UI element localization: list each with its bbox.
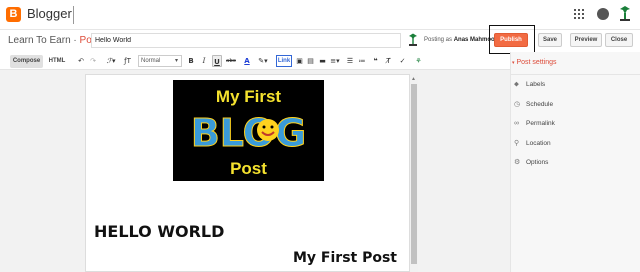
sidebar-item-labels[interactable]: ⬥ Labels: [514, 79, 545, 91]
spellcheck-icon[interactable]: ✓: [398, 55, 407, 67]
app-bar: [0, 0, 640, 30]
post-settings-label: Post settings: [516, 59, 557, 66]
smiley-icon: [257, 119, 279, 141]
bold-button[interactable]: B: [187, 55, 195, 67]
link-button[interactable]: Link: [276, 55, 292, 67]
blog-name[interactable]: Learn To Earn: [8, 35, 71, 46]
compose-mode-tab[interactable]: Compose: [10, 55, 43, 68]
notifications-icon[interactable]: [597, 8, 609, 20]
post-heading-1[interactable]: HELLO WORLD: [94, 222, 224, 241]
bulleted-list-icon[interactable]: ≔: [357, 55, 367, 67]
link-icon: ∞: [514, 120, 519, 127]
font-family-icon[interactable]: ℱ▾: [104, 55, 118, 67]
paragraph-style-value: Normal: [141, 58, 161, 64]
html-mode-tab[interactable]: HTML: [46, 55, 68, 68]
image-line-3: Post: [230, 159, 267, 178]
sidebar-item-label: Schedule: [526, 101, 554, 108]
apps-grid-icon[interactable]: [574, 9, 584, 19]
sidebar-divider: [510, 74, 640, 75]
author-avatar: [409, 33, 417, 46]
strikethrough-button[interactable]: abc: [225, 55, 237, 67]
gear-icon: ⚙: [514, 159, 521, 166]
scroll-up-icon[interactable]: ▲: [411, 76, 416, 82]
sidebar-item-schedule[interactable]: ◷ Schedule: [514, 99, 553, 111]
header-divider: [73, 6, 74, 24]
blog-post-image[interactable]: My First BLOG Post: [173, 80, 324, 181]
numbered-list-icon[interactable]: ☰: [345, 55, 355, 67]
clock-icon: ◷: [514, 101, 521, 108]
insert-video-icon[interactable]: ▤: [306, 55, 315, 67]
highlight-color-icon[interactable]: ✎▾: [256, 55, 270, 67]
close-button[interactable]: Close: [605, 33, 633, 47]
undo-icon[interactable]: ↶: [77, 55, 85, 67]
breadcrumb-separator: ·: [73, 35, 77, 46]
redo-icon[interactable]: ↷: [89, 55, 97, 67]
sidebar-item-location[interactable]: ⚲ Location: [514, 138, 551, 150]
insert-jump-break-icon[interactable]: ▬: [318, 55, 327, 67]
input-tools-icon[interactable]: ⚘: [414, 55, 423, 67]
save-button[interactable]: Save: [538, 33, 562, 47]
image-line-2: BLOG: [191, 111, 306, 155]
chevron-down-icon: ▾: [174, 58, 178, 64]
quote-icon[interactable]: ❝: [371, 55, 380, 67]
app-name[interactable]: Blogger: [27, 6, 72, 21]
posting-as-text: Posting as Anas Mahmood: [424, 37, 498, 43]
sidebar-item-permalink[interactable]: ∞ Permalink: [514, 118, 555, 130]
text-color-button[interactable]: A: [241, 55, 253, 67]
insert-image-icon[interactable]: ▣: [295, 55, 304, 67]
tag-icon: ⬥: [514, 81, 519, 88]
sidebar-item-options[interactable]: ⚙ Options: [514, 157, 548, 169]
account-avatar[interactable]: [617, 5, 633, 23]
sidebar-item-label: Options: [526, 159, 549, 166]
paragraph-style-select[interactable]: Normal ▾: [138, 55, 182, 67]
breadcrumb: Learn To Earn · Post: [8, 35, 100, 46]
preview-button[interactable]: Preview: [570, 33, 602, 47]
scrollbar-thumb[interactable]: [411, 84, 417, 264]
caret-down-icon: ▾: [512, 60, 515, 66]
sidebar-item-label: Location: [526, 140, 551, 147]
sidebar-item-label: Labels: [526, 81, 546, 88]
font-size-icon[interactable]: ƒT: [120, 55, 135, 67]
remove-formatting-icon[interactable]: T̸: [384, 55, 393, 67]
post-settings-header[interactable]: ▾ Post settings: [512, 59, 557, 66]
image-line-1: My First: [216, 87, 282, 106]
underline-button[interactable]: U: [212, 55, 222, 67]
post-title-input[interactable]: [91, 33, 401, 48]
publish-button[interactable]: Publish: [494, 33, 528, 47]
post-heading-2[interactable]: My First Post: [293, 250, 397, 266]
posting-as-label: Posting as: [424, 37, 453, 43]
italic-button[interactable]: I: [200, 55, 208, 67]
sidebar-item-label: Permalink: [526, 120, 555, 127]
align-icon[interactable]: ≡▾: [330, 55, 340, 67]
pin-icon: ⚲: [514, 140, 520, 147]
blogger-logo-icon[interactable]: B: [6, 7, 21, 22]
